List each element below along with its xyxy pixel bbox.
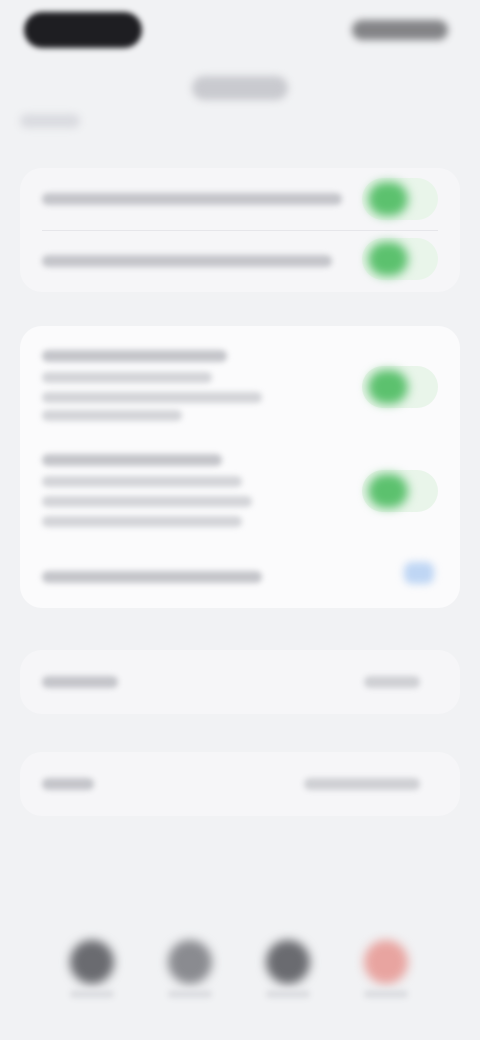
setting-label-placeholder (42, 571, 262, 583)
setting-toggle[interactable] (362, 178, 438, 220)
setting-description-placeholder (42, 372, 212, 383)
setting-label-placeholder (42, 454, 222, 466)
bottom-action-bar (0, 930, 480, 1020)
action-button-1[interactable] (70, 940, 114, 984)
setting-row-2[interactable] (20, 230, 460, 292)
settings-group-4[interactable] (20, 752, 460, 816)
action-caption (70, 990, 114, 998)
action-caption (266, 990, 310, 998)
setting-description-placeholder (42, 496, 252, 507)
setting-label-placeholder (42, 193, 342, 205)
action-caption (364, 990, 408, 998)
status-bar (0, 0, 480, 60)
settings-group-1 (20, 168, 460, 292)
setting-description-placeholder (42, 476, 242, 487)
page-title (0, 74, 480, 100)
toggle-knob (368, 370, 408, 404)
setting-row-5[interactable] (20, 544, 460, 608)
setting-toggle[interactable] (362, 366, 438, 408)
dynamic-island-icon (24, 12, 142, 48)
setting-value-placeholder (304, 778, 420, 790)
settings-group-3[interactable] (20, 650, 460, 714)
setting-description-placeholder (42, 410, 182, 421)
action-caption (168, 990, 212, 998)
setting-description-placeholder (42, 392, 262, 403)
setting-row-1[interactable] (20, 168, 460, 230)
settings-group-2 (20, 326, 460, 608)
toggle-knob (368, 474, 408, 508)
setting-label-placeholder (42, 676, 118, 688)
setting-label-placeholder (42, 255, 332, 267)
action-button-2[interactable] (168, 940, 212, 984)
setting-value-placeholder (364, 676, 420, 688)
toggle-knob (368, 242, 408, 276)
setting-row-4[interactable] (20, 434, 460, 544)
setting-label-placeholder (42, 778, 94, 790)
setting-label-placeholder (42, 350, 227, 362)
setting-toggle[interactable] (362, 470, 438, 512)
checkmark-icon[interactable] (404, 562, 434, 584)
destructive-action-button[interactable] (364, 940, 408, 984)
settings-screen (0, 0, 480, 1040)
setting-row-3[interactable] (20, 326, 460, 434)
back-button[interactable] (20, 114, 80, 128)
toggle-knob (368, 182, 408, 216)
status-indicators-icon (352, 20, 448, 40)
setting-toggle[interactable] (362, 238, 438, 280)
action-button-3[interactable] (266, 940, 310, 984)
setting-description-placeholder (42, 516, 242, 527)
